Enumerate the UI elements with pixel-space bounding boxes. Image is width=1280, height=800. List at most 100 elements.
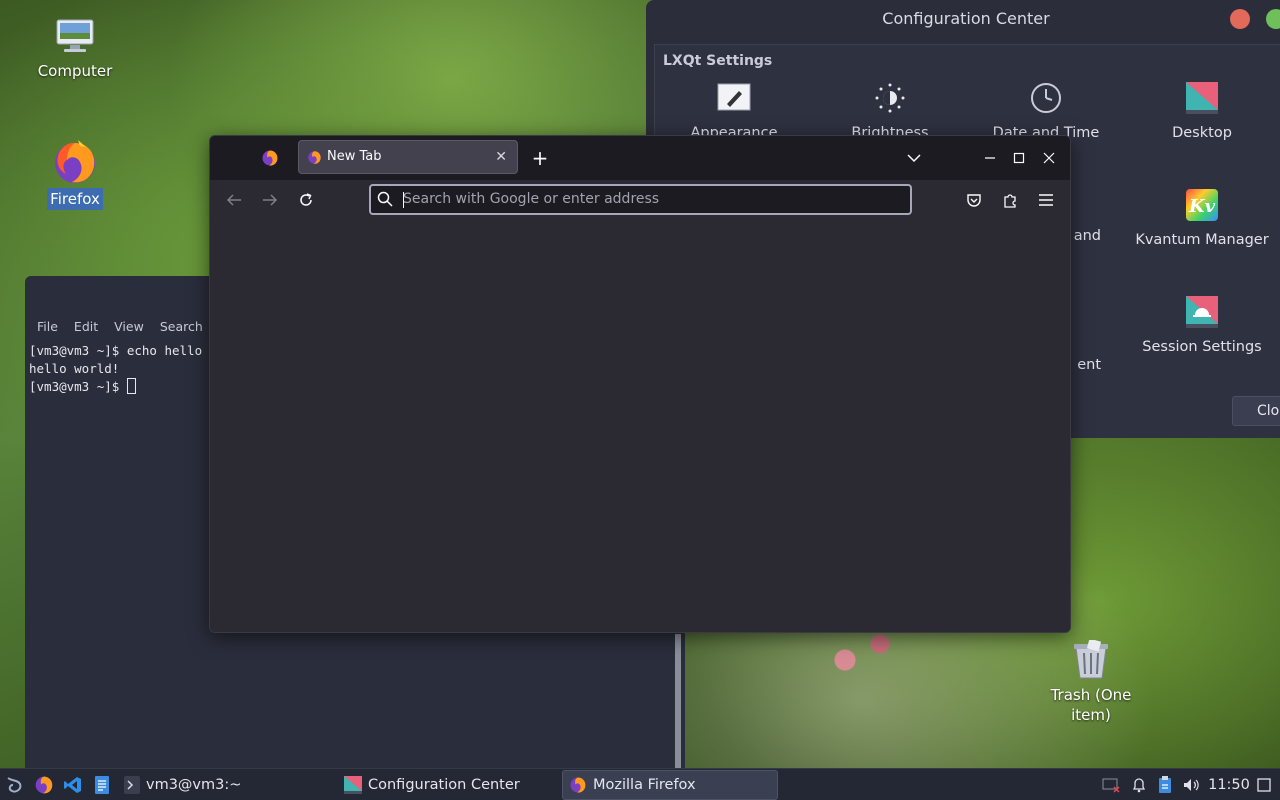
maximize-icon <box>1013 152 1025 164</box>
document-icon <box>95 776 109 794</box>
search-icon <box>377 191 393 207</box>
close-button[interactable]: Clo <box>1232 396 1280 426</box>
settings-item-session-label: Session Settings <box>1142 339 1262 355</box>
desktop-icon-trash[interactable]: Trash (One item) <box>1046 640 1136 726</box>
show-desktop-button[interactable] <box>1252 769 1276 800</box>
firefox-icon <box>55 140 95 183</box>
minimize-button[interactable] <box>1230 9 1250 29</box>
appearance-icon <box>717 83 751 111</box>
terminal-scrollbar[interactable] <box>675 634 681 768</box>
clipboard-icon <box>1159 776 1171 793</box>
firefox-tabbar: New Tab ✕ + <box>210 136 1070 180</box>
task-configuration-center-label: Configuration Center <box>368 777 520 793</box>
lxqt-logo-icon <box>7 777 22 793</box>
desktop-icon-computer[interactable]: Computer <box>30 18 120 82</box>
extensions-button[interactable] <box>998 188 1022 212</box>
new-tab-button[interactable]: + <box>528 146 552 170</box>
tray-clipboard[interactable] <box>1154 769 1176 800</box>
menu-edit[interactable]: Edit <box>74 316 98 338</box>
firefox-icon <box>35 776 53 794</box>
quicklaunch-firefox[interactable] <box>34 770 56 800</box>
terminal-cursor <box>126 378 136 394</box>
settings-item-appearance[interactable]: Appearance <box>659 81 809 141</box>
reload-button[interactable] <box>294 188 318 212</box>
firefox-view-button[interactable] <box>258 146 282 170</box>
window-maximize-button[interactable] <box>1007 146 1031 170</box>
reload-icon <box>300 193 312 206</box>
task-firefox[interactable]: Mozilla Firefox <box>562 770 778 800</box>
arrow-right-icon <box>263 194 278 206</box>
arrow-left-icon <box>226 194 241 206</box>
network-disconnected-icon <box>1102 778 1120 793</box>
quicklaunch-vscode[interactable] <box>63 770 85 800</box>
back-button[interactable] <box>222 188 246 212</box>
tray-network[interactable] <box>1100 769 1122 800</box>
configuration-center-icon <box>344 776 362 794</box>
settings-item-kvantum-label: Kvantum Manager <box>1135 232 1269 248</box>
task-configuration-center[interactable]: Configuration Center <box>338 770 526 800</box>
task-terminal[interactable]: vm3@vm3:~ <box>118 770 247 800</box>
settings-item-brightness[interactable]: Brightness <box>815 81 965 141</box>
settings-item-session[interactable]: Session Settings <box>1127 295 1277 355</box>
desktop-settings-icon <box>1186 82 1218 114</box>
wallpaper-blossom <box>820 630 910 680</box>
settings-item-desktop[interactable]: Desktop <box>1127 81 1277 141</box>
url-bar[interactable]: Search with Google or enter address <box>369 184 912 215</box>
desktop-icon-firefox[interactable]: Firefox <box>30 138 120 210</box>
desktop-icon-firefox-label: Firefox <box>47 188 103 210</box>
firefox-content-area[interactable] <box>210 220 1070 632</box>
tab-favicon-icon <box>308 151 321 164</box>
settings-item-desktop-label: Desktop <box>1172 125 1232 141</box>
terminal-menubar: File Edit View Search <box>25 316 219 338</box>
volume-icon <box>1184 779 1199 791</box>
puzzle-icon <box>1004 194 1016 208</box>
menu-file[interactable]: File <box>37 316 58 338</box>
close-icon <box>1043 152 1055 164</box>
menu-search[interactable]: Search <box>160 316 203 338</box>
clock[interactable]: 11:50 <box>1206 769 1252 800</box>
firefox-navbar: Search with Google or enter address <box>210 180 1070 220</box>
taskbar: vm3@vm3:~ Configuration Center Mozilla F… <box>0 768 1280 800</box>
clock-icon <box>1031 83 1061 113</box>
url-input-caret <box>403 192 404 208</box>
forward-button[interactable] <box>258 188 282 212</box>
svg-text:Kv: Kv <box>1188 196 1216 217</box>
configuration-center-title: Configuration Center <box>882 9 1050 28</box>
url-input[interactable]: Search with Google or enter address <box>403 191 659 207</box>
app-menu-button[interactable] <box>1034 188 1058 212</box>
list-all-tabs-button[interactable] <box>902 146 926 170</box>
menu-view[interactable]: View <box>114 316 144 338</box>
maximize-button[interactable] <box>1266 9 1280 29</box>
bell-icon <box>1132 778 1146 793</box>
tab-close-icon[interactable]: ✕ <box>495 141 507 173</box>
desktop-icon-trash-label: Trash (One item) <box>1050 686 1132 724</box>
window-close-button[interactable] <box>1037 146 1061 170</box>
tray-volume[interactable] <box>1180 769 1202 800</box>
plus-icon: + <box>531 146 549 170</box>
kvantum-icon: Kv <box>1186 189 1218 221</box>
terminal-icon <box>124 776 140 794</box>
section-title: LXQt Settings <box>663 53 773 69</box>
chevron-down-icon <box>907 154 921 163</box>
settings-item-date-time[interactable]: Date and Time <box>971 81 1121 141</box>
window-minimize-button[interactable] <box>978 146 1002 170</box>
firefox-icon <box>570 777 586 793</box>
firefox-logo-icon <box>262 150 278 166</box>
tray-notifications[interactable] <box>1128 769 1150 800</box>
minimize-icon <box>985 157 995 159</box>
tab-title: New Tab <box>327 149 382 164</box>
computer-icon <box>56 19 94 52</box>
task-terminal-label: vm3@vm3:~ <box>146 777 242 793</box>
tab-new-tab[interactable]: New Tab ✕ <box>298 140 518 174</box>
pocket-button[interactable] <box>962 188 986 212</box>
hamburger-icon <box>1039 194 1053 206</box>
quicklaunch-text-editor[interactable] <box>93 770 115 800</box>
pocket-icon <box>967 194 981 207</box>
vscode-icon <box>64 777 81 793</box>
settings-item-kvantum[interactable]: Kv Kvantum Manager <box>1127 188 1277 248</box>
trash-icon <box>1074 640 1108 679</box>
show-desktop-icon <box>1257 778 1271 792</box>
firefox-window[interactable]: New Tab ✕ + Search with Google or enter … <box>209 135 1071 633</box>
task-firefox-label: Mozilla Firefox <box>593 777 696 793</box>
start-menu-button[interactable] <box>4 770 26 800</box>
